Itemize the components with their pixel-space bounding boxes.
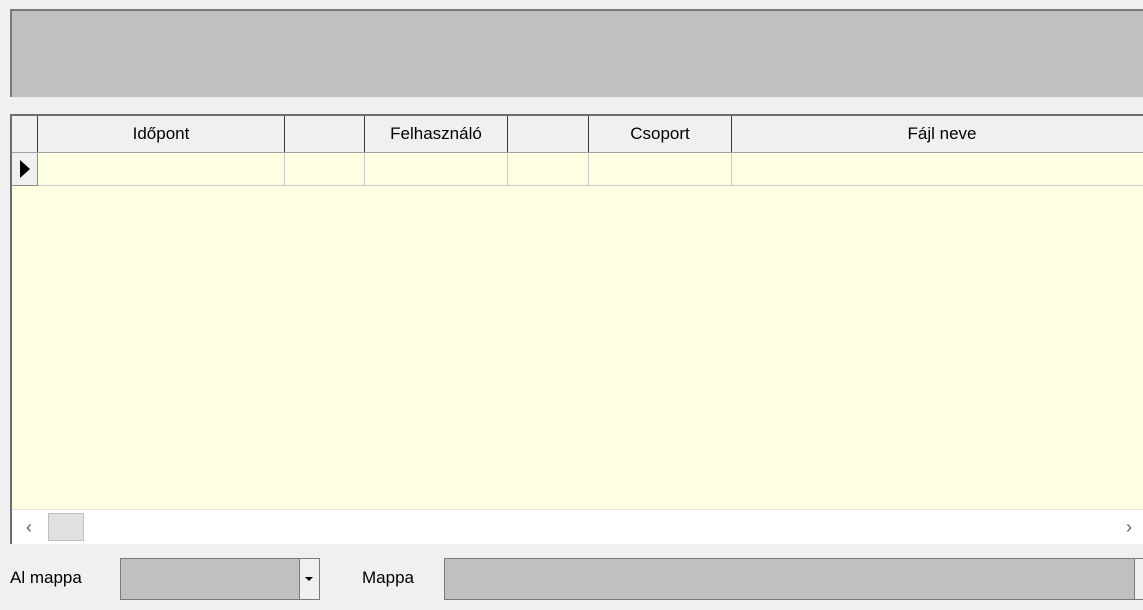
header-corner — [12, 116, 38, 152]
column-header-blank-1[interactable] — [285, 116, 365, 152]
header-panel — [10, 9, 1143, 97]
chevron-down-icon — [305, 577, 313, 581]
horizontal-scrollbar[interactable]: ‹ › — [12, 509, 1143, 544]
column-header-idopont[interactable]: Időpont — [38, 116, 285, 152]
chevron-left-icon[interactable]: ‹ — [14, 512, 44, 542]
scroll-thumb[interactable] — [48, 513, 84, 541]
mappa-field[interactable] — [444, 558, 1143, 600]
table-cell[interactable] — [38, 153, 285, 186]
table-row[interactable] — [12, 153, 1143, 186]
mappa-browse-button[interactable] — [1134, 559, 1143, 599]
table-cell[interactable] — [365, 153, 508, 186]
column-header-felhasznalo[interactable]: Felhasználó — [365, 116, 508, 152]
column-header-csoport[interactable]: Csoport — [589, 116, 732, 152]
table-cell[interactable] — [589, 153, 732, 186]
data-grid[interactable]: Időpont Felhasználó Csoport Fájl neve ‹ … — [10, 114, 1143, 544]
al-mappa-combobox[interactable] — [120, 558, 320, 600]
al-mappa-label: Al mappa — [10, 568, 82, 587]
column-header-fajl-neve[interactable]: Fájl neve — [732, 116, 1143, 152]
chevron-right-icon[interactable]: › — [1114, 512, 1143, 542]
column-header-blank-2[interactable] — [508, 116, 589, 152]
table-cell[interactable] — [285, 153, 365, 186]
mappa-label: Mappa — [362, 568, 414, 587]
grid-header: Időpont Felhasználó Csoport Fájl neve — [12, 116, 1143, 153]
al-mappa-dropdown-button[interactable] — [299, 559, 319, 599]
table-cell[interactable] — [508, 153, 589, 186]
table-cell[interactable] — [732, 153, 1143, 186]
